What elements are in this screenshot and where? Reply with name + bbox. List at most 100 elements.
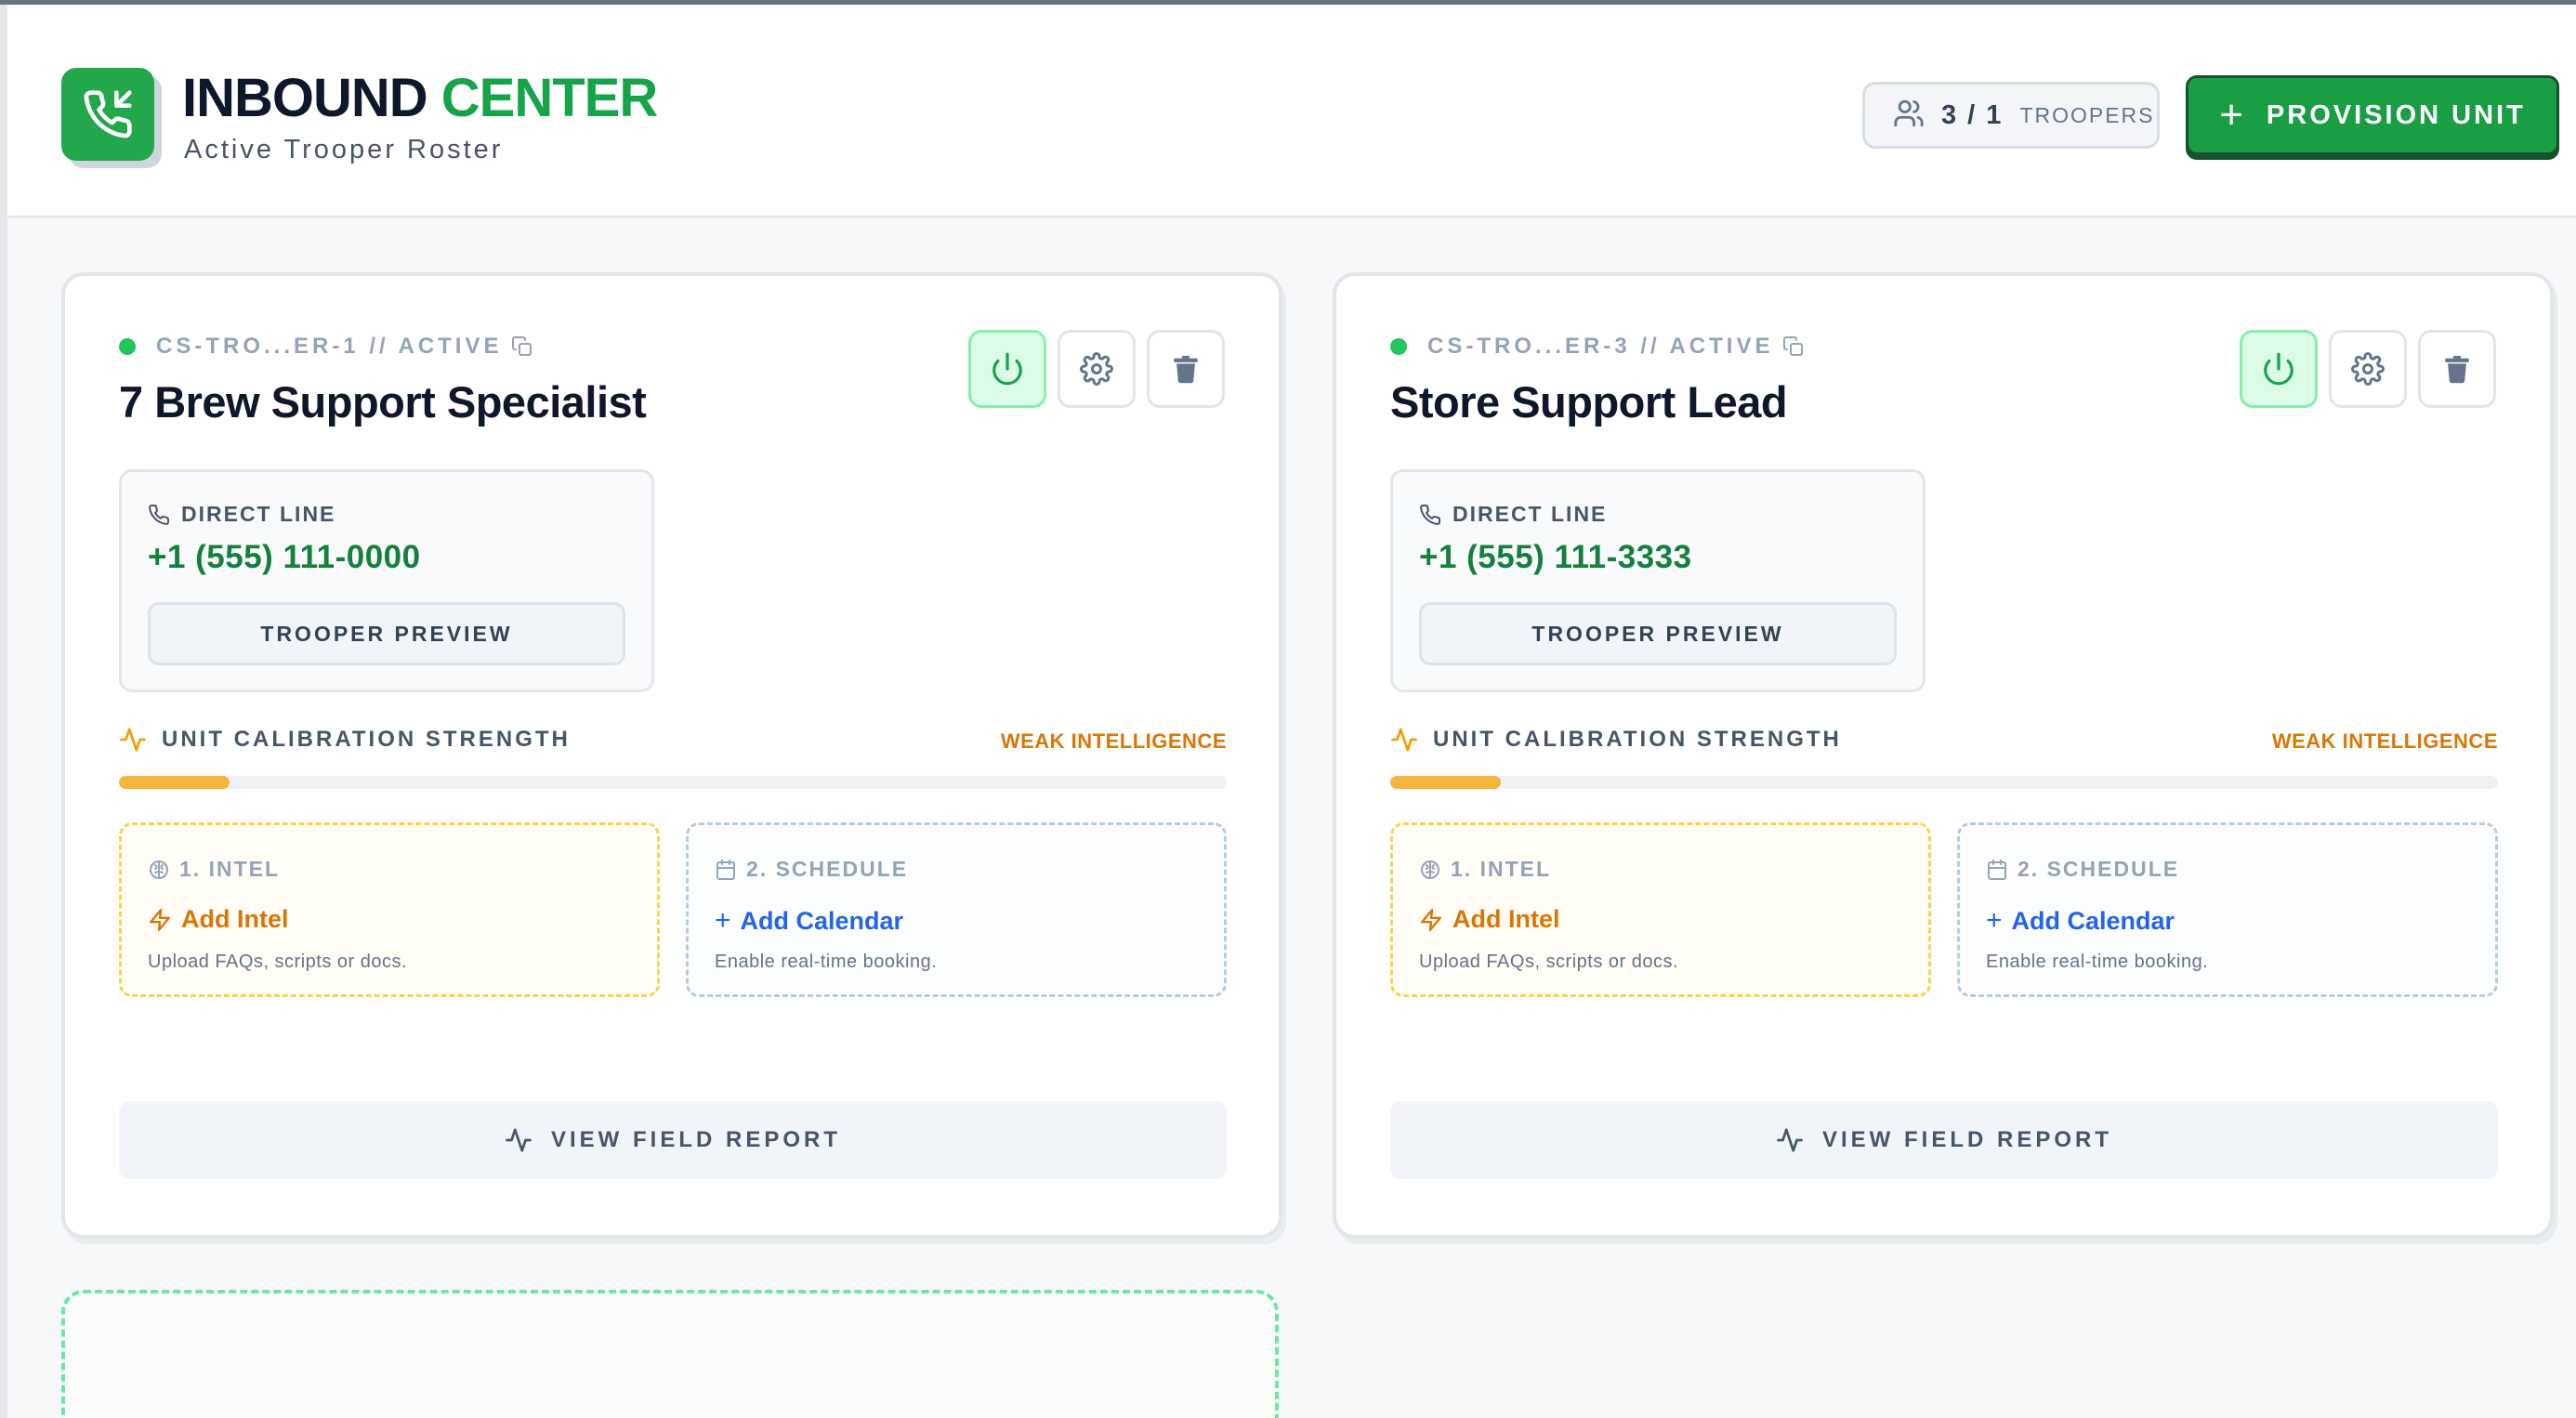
trooper-count: 3 / 1	[1941, 99, 2004, 130]
intel-step-card[interactable]: 1. INTEL Add Intel Upload FAQs, scripts …	[1390, 822, 1931, 997]
trooper-id-row: CS-TRO...ER-1 // ACTIVE	[119, 334, 533, 360]
direct-line-label: DIRECT LINE	[181, 502, 336, 526]
trooper-id-label: CS-TRO...ER-3 // ACTIVE	[1427, 334, 1774, 359]
schedule-step-description: Enable real-time booking.	[1986, 952, 2209, 972]
power-toggle-button[interactable]	[968, 330, 1046, 408]
plus-icon: +	[2219, 92, 2246, 138]
schedule-step-label: 2. SCHEDULE	[2017, 857, 2180, 881]
intel-step-card[interactable]: 1. INTEL Add Intel Upload FAQs, scripts …	[119, 822, 660, 997]
power-icon	[992, 352, 1022, 386]
settings-button[interactable]	[2329, 330, 2407, 408]
direct-line-heading: DIRECT LINE	[1419, 502, 1607, 527]
calibration-label: UNIT CALIBRATION STRENGTH	[1433, 727, 1842, 752]
power-toggle-button[interactable]	[2240, 330, 2318, 408]
intel-step-description: Upload FAQs, scripts or docs.	[1419, 952, 1679, 972]
calibration-status: WEAK INTELLIGENCE	[1000, 729, 1227, 753]
direct-line-heading: DIRECT LINE	[148, 502, 335, 527]
calibration-heading: UNIT CALIBRATION STRENGTH	[1390, 726, 1842, 754]
calibration-header: UNIT CALIBRATION STRENGTH WEAK INTELLIGE…	[1390, 726, 2498, 754]
plus-icon: +	[1986, 905, 2003, 936]
card-actions	[968, 330, 1225, 408]
new-trooper-placeholder-card[interactable]	[61, 1290, 1279, 1418]
calibration-progress-fill	[1390, 776, 1502, 789]
phone-number: +1 (555) 111-0000	[148, 539, 421, 575]
gear-icon	[2351, 352, 2385, 386]
window-left-edge	[0, 5, 7, 1418]
provision-unit-button[interactable]: + PROVISION UNIT	[2186, 75, 2559, 155]
activity-icon	[506, 1128, 532, 1152]
add-calendar-link[interactable]: + Add Calendar	[715, 905, 903, 937]
calendar-icon	[716, 859, 735, 880]
calibration-progress-fill	[119, 776, 230, 789]
add-intel-link[interactable]: Add Intel	[1419, 905, 1560, 934]
activity-icon	[1391, 728, 1417, 752]
calibration-heading: UNIT CALIBRATION STRENGTH	[119, 726, 571, 754]
power-icon	[2264, 352, 2293, 386]
inbound-call-icon	[61, 68, 154, 161]
phone-icon	[1420, 504, 1441, 525]
direct-line-box: DIRECT LINE +1 (555) 111-0000 TROOPER PR…	[119, 469, 654, 692]
add-calendar-link[interactable]: + Add Calendar	[1986, 905, 2175, 937]
add-calendar-label: Add Calendar	[2011, 906, 2175, 935]
card-actions	[2240, 330, 2496, 408]
provision-unit-label: PROVISION UNIT	[2266, 99, 2526, 130]
page-title-part2: CENTER	[440, 68, 658, 128]
copy-icon[interactable]	[1782, 335, 1805, 358]
trooper-card: CS-TRO...ER-1 // ACTIVE 7 Brew Support S…	[61, 272, 1282, 1239]
add-intel-label: Add Intel	[1452, 905, 1560, 933]
schedule-step-description: Enable real-time booking.	[715, 952, 938, 972]
page-title-part1: INBOUND	[182, 68, 428, 128]
page-title: INBOUND CENTER	[182, 66, 658, 131]
status-dot	[1390, 338, 1407, 355]
page-subtitle: Active Trooper Roster	[184, 135, 504, 164]
delete-button[interactable]	[1147, 330, 1225, 408]
view-field-report-label: VIEW FIELD REPORT	[550, 1127, 841, 1152]
users-icon	[1893, 98, 1925, 134]
view-field-report-button[interactable]: VIEW FIELD REPORT	[1390, 1101, 2498, 1179]
calibration-status: WEAK INTELLIGENCE	[2271, 729, 2498, 753]
calibration-header: UNIT CALIBRATION STRENGTH WEAK INTELLIGE…	[119, 726, 1227, 754]
bolt-icon	[1421, 908, 1441, 931]
trash-icon	[1174, 355, 1198, 384]
status-dot	[119, 338, 136, 355]
calibration-progress-bar	[1390, 776, 2498, 789]
intel-step-label: 1. INTEL	[1451, 857, 1552, 881]
schedule-step-label: 2. SCHEDULE	[746, 857, 909, 881]
copy-icon[interactable]	[511, 335, 533, 358]
direct-line-label: DIRECT LINE	[1452, 502, 1608, 526]
intel-step-heading: 1. INTEL	[148, 857, 280, 882]
brain-icon	[150, 860, 168, 879]
phone-icon	[149, 504, 170, 525]
schedule-step-heading: 2. SCHEDULE	[715, 857, 908, 882]
plus-icon: +	[715, 905, 731, 936]
trooper-name: Store Support Lead	[1390, 377, 1788, 427]
trooper-card: CS-TRO...ER-3 // ACTIVE Store Support Le…	[1333, 272, 2554, 1239]
calendar-icon	[1988, 859, 2006, 880]
view-field-report-button[interactable]: VIEW FIELD REPORT	[119, 1101, 1227, 1179]
trooper-count-label: TROOPERS	[2019, 102, 2155, 127]
trooper-id-label: CS-TRO...ER-1 // ACTIVE	[156, 334, 503, 359]
trooper-count-badge: 3 / 1 TROOPERS	[1862, 82, 2160, 149]
trooper-id-row: CS-TRO...ER-3 // ACTIVE	[1390, 334, 1805, 360]
trooper-preview-button[interactable]: TROOPER PREVIEW	[148, 602, 625, 665]
add-intel-label: Add Intel	[181, 905, 289, 933]
view-field-report-label: VIEW FIELD REPORT	[1821, 1127, 2112, 1152]
add-intel-link[interactable]: Add Intel	[148, 905, 289, 934]
activity-icon	[1777, 1128, 1803, 1152]
add-calendar-label: Add Calendar	[740, 906, 904, 935]
calibration-progress-bar	[119, 776, 1227, 789]
intel-step-description: Upload FAQs, scripts or docs.	[148, 952, 408, 972]
gear-icon	[1080, 352, 1113, 386]
intel-step-label: 1. INTEL	[179, 857, 281, 881]
schedule-step-card[interactable]: 2. SCHEDULE + Add Calendar Enable real-t…	[686, 822, 1227, 997]
delete-button[interactable]	[2418, 330, 2496, 408]
brain-icon	[1421, 860, 1439, 879]
trooper-preview-button[interactable]: TROOPER PREVIEW	[1419, 602, 1897, 665]
activity-icon	[120, 728, 146, 752]
settings-button[interactable]	[1058, 330, 1136, 408]
schedule-step-card[interactable]: 2. SCHEDULE + Add Calendar Enable real-t…	[1957, 822, 2498, 997]
intel-step-heading: 1. INTEL	[1419, 857, 1551, 882]
phone-number: +1 (555) 111-3333	[1419, 539, 1692, 575]
page-header: INBOUND CENTER Active Trooper Roster 3 /…	[7, 5, 2576, 218]
calibration-label: UNIT CALIBRATION STRENGTH	[162, 727, 571, 752]
